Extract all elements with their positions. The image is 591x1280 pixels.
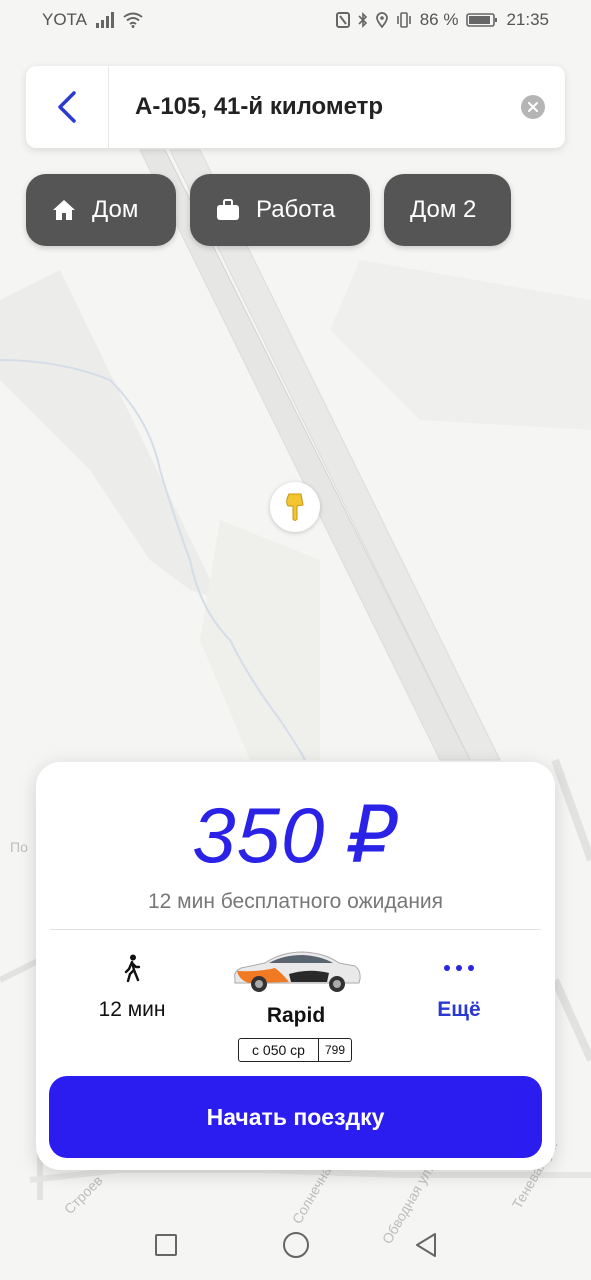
screen: Строев Солнечная Обводная ул. Теневая ул…: [0, 0, 591, 1280]
walking-person-icon: [76, 946, 188, 990]
close-icon: [528, 102, 538, 112]
address-input[interactable]: А-105, 41-й километр: [109, 93, 521, 121]
more-dots-icon: [404, 946, 514, 990]
plate-region: 799: [324, 1043, 346, 1057]
quick-place-label: Дом: [92, 196, 139, 223]
recent-apps-button[interactable]: [151, 1230, 181, 1260]
start-trip-button[interactable]: Начать поездку: [49, 1076, 542, 1158]
back-button[interactable]: [26, 66, 109, 148]
back-nav-button[interactable]: [411, 1230, 441, 1260]
plate-number: с 050 ср: [239, 1039, 319, 1061]
bluetooth-icon: [358, 12, 368, 28]
car-model: Rapid: [266, 1004, 326, 1027]
pickup-pin-icon[interactable]: [270, 482, 320, 532]
car-image: [216, 946, 376, 996]
license-plate: с 050 ср 799: [238, 1038, 352, 1062]
vibrate-icon: [396, 12, 412, 28]
nfc-icon: [335, 12, 350, 28]
trip-price: 350 ₽: [192, 791, 399, 879]
wifi-icon: [123, 12, 143, 28]
quick-place-home-2[interactable]: Дом 2: [384, 174, 511, 246]
pointing-hand-icon: [286, 493, 304, 521]
clock: 21:35: [506, 10, 549, 29]
home-icon: [53, 200, 75, 220]
quick-places: Дом Работа Дом 2: [26, 174, 511, 246]
address-search-bar: А-105, 41-й километр: [26, 66, 565, 148]
carrier-name: YOTA: [42, 10, 88, 29]
battery-icon: [466, 12, 498, 28]
triangle-back-icon: [415, 1233, 436, 1257]
divider: [50, 929, 541, 930]
free-waiting-note: 12 мин бесплатного ожидания: [147, 890, 444, 913]
walk-time: 12 мин: [76, 946, 188, 1022]
chevron-left-icon: [58, 91, 76, 123]
circle-icon: [282, 1232, 309, 1258]
car-info[interactable]: Rapid: [216, 946, 376, 1028]
quick-place-label: Дом 2: [410, 196, 477, 223]
quick-place-home[interactable]: Дом: [26, 174, 176, 246]
more-button[interactable]: Ещё: [404, 946, 514, 1022]
more-label: Ещё: [437, 998, 481, 1021]
square-icon: [154, 1234, 177, 1256]
clear-button[interactable]: [521, 95, 545, 119]
trip-card: 350 ₽ 12 мин бесплатного ожидания 12 мин: [36, 762, 555, 1170]
home-button[interactable]: [281, 1230, 311, 1260]
battery-percent: 86 %: [419, 10, 459, 29]
system-nav-bar: [0, 1210, 591, 1280]
location-icon: [375, 12, 388, 28]
map-street-label: По: [10, 839, 28, 855]
quick-place-label: Работа: [256, 196, 336, 223]
walk-time-label: 12 мин: [98, 998, 166, 1021]
status-bar: YOTA 86 % 21:35: [0, 0, 591, 40]
signal-icon: [95, 12, 115, 28]
briefcase-icon: [217, 199, 239, 220]
quick-place-work[interactable]: Работа: [190, 174, 370, 246]
